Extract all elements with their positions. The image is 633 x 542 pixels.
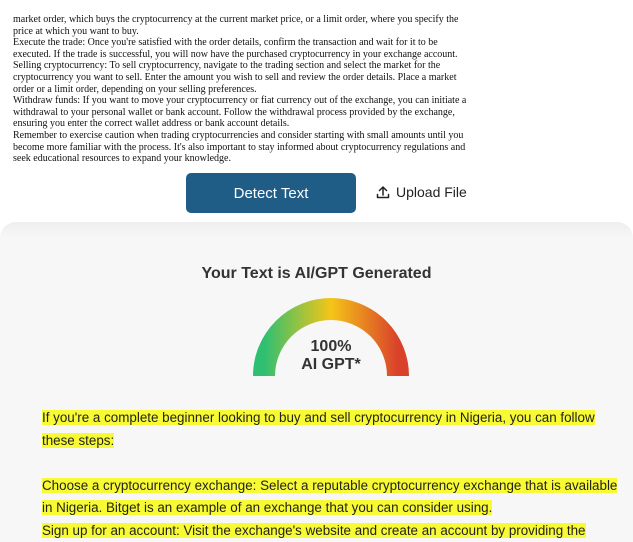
- upload-icon: [376, 185, 390, 199]
- ai-percent: 100%: [310, 338, 352, 355]
- input-text-line: seek educational resources to expand you…: [13, 153, 231, 165]
- highlighted-line: If you're a complete beginner looking to…: [42, 410, 595, 425]
- ai-label: AI GPT*: [301, 356, 361, 373]
- upload-file-label: Upload File: [396, 184, 467, 200]
- highlighted-line: Sign up for an account: Visit the exchan…: [42, 522, 586, 538]
- input-text-line: order or a limit order, depending on you…: [13, 83, 257, 95]
- input-text-area[interactable]: market order, which buys the cryptocurre…: [13, 14, 625, 165]
- panel-divider: [0, 222, 633, 238]
- input-text-line: withdrawal to your personal wallet or ba…: [13, 106, 455, 118]
- input-text-line: become more familiar with the process. I…: [13, 141, 466, 153]
- detect-text-button[interactable]: Detect Text: [186, 173, 356, 213]
- input-text-line: executed. If the trade is successful, yo…: [13, 48, 458, 60]
- input-text-line: cryptocurrency you want to sell. Enter t…: [13, 71, 457, 83]
- input-text-line: Withdraw funds: If you want to move your…: [13, 95, 467, 107]
- input-text-line: ensuring you enter the correct wallet ad…: [13, 118, 290, 130]
- input-text-line: market order, which buys the cryptocurre…: [13, 14, 459, 25]
- upload-file-button[interactable]: Upload File: [376, 179, 467, 205]
- highlighted-result-text: If you're a complete beginner looking to…: [42, 407, 618, 542]
- input-text-line: Selling cryptocurrency: To sell cryptocu…: [13, 60, 441, 72]
- input-text-line: price at which you want to buy.: [13, 25, 139, 37]
- highlighted-line: Choose a cryptocurrency exchange: Select…: [42, 477, 618, 493]
- input-text-line: Execute the trade: Once you're satisfied…: [13, 37, 438, 49]
- highlighted-line: these steps:: [42, 432, 115, 448]
- result-title: Your Text is AI/GPT Generated: [201, 265, 432, 282]
- input-text-line: Remember to exercise caution when tradin…: [13, 129, 464, 141]
- highlighted-line: in Nigeria. Bitget is an example of an e…: [42, 500, 493, 515]
